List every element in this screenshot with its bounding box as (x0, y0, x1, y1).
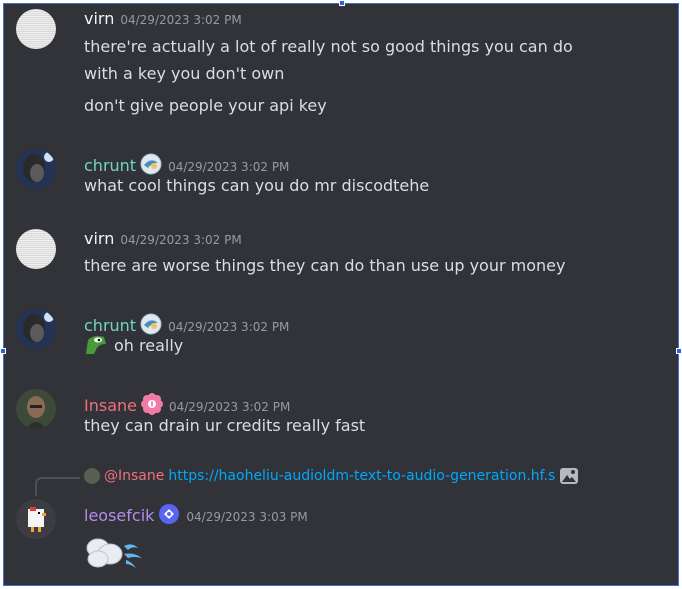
reply-connector (35, 477, 80, 496)
timestamp: 04/29/2023 3:02 PM (120, 13, 242, 27)
reply-mention[interactable]: @Insane (104, 468, 164, 484)
message-text: there're actually a lot of really not so… (84, 37, 573, 56)
timestamp: 04/29/2023 3:02 PM (168, 320, 290, 334)
chat-pane: virn 04/29/2023 3:02 PM there're actuall… (3, 3, 679, 586)
timestamp: 04/29/2023 3:02 PM (168, 400, 291, 414)
flower-role-badge-icon[interactable] (140, 393, 163, 415)
resize-handle-right[interactable] (676, 348, 682, 354)
portrait-icon (16, 149, 56, 189)
image-attachment-icon (559, 467, 579, 485)
reply-avatar (84, 468, 100, 484)
dash-emoji-icon[interactable] (84, 532, 146, 572)
nitro-badge-icon[interactable] (140, 313, 162, 335)
portrait-icon (16, 309, 56, 349)
chicken-icon (16, 499, 56, 539)
message-text: what cool things can you do mr discodteh… (84, 176, 430, 195)
reply-link[interactable]: https://haoheliu-audioldm-text-to-audio-… (168, 468, 555, 484)
author-name[interactable]: chrunt (84, 156, 136, 175)
resize-handle-left[interactable] (0, 348, 6, 354)
avatar[interactable] (16, 499, 56, 539)
pepe-frog-icon[interactable] (84, 334, 108, 356)
message-text: there are worse things they can do than … (84, 256, 566, 275)
avatar[interactable] (16, 9, 56, 49)
author-name[interactable]: Insane (84, 396, 137, 415)
message-text: don't give people your api key (84, 96, 327, 115)
message-text-content: oh really (114, 335, 184, 355)
nitro-badge-icon[interactable] (140, 153, 162, 175)
avatar[interactable] (16, 229, 56, 269)
portrait-icon (16, 389, 56, 429)
message-text: oh really (84, 334, 183, 356)
message-text: they can drain ur credits really fast (84, 416, 366, 435)
author-name[interactable]: chrunt (84, 316, 136, 335)
reply-preview[interactable]: @Insane https://haoheliu-audioldm-text-t… (84, 467, 579, 485)
avatar[interactable] (16, 309, 56, 349)
timestamp: 04/29/2023 3:02 PM (168, 160, 290, 174)
author-name[interactable]: virn (84, 9, 114, 28)
avatar[interactable] (16, 389, 56, 429)
author-name[interactable]: virn (84, 229, 114, 248)
author-name[interactable]: leosefcik (84, 506, 154, 525)
timestamp: 04/29/2023 3:02 PM (120, 233, 242, 247)
resize-handle-top[interactable] (339, 0, 345, 6)
nitro-badge-icon[interactable] (158, 503, 180, 525)
avatar[interactable] (16, 149, 56, 189)
timestamp: 04/29/2023 3:03 PM (186, 510, 308, 524)
message-text: with a key you don't own (84, 64, 285, 83)
